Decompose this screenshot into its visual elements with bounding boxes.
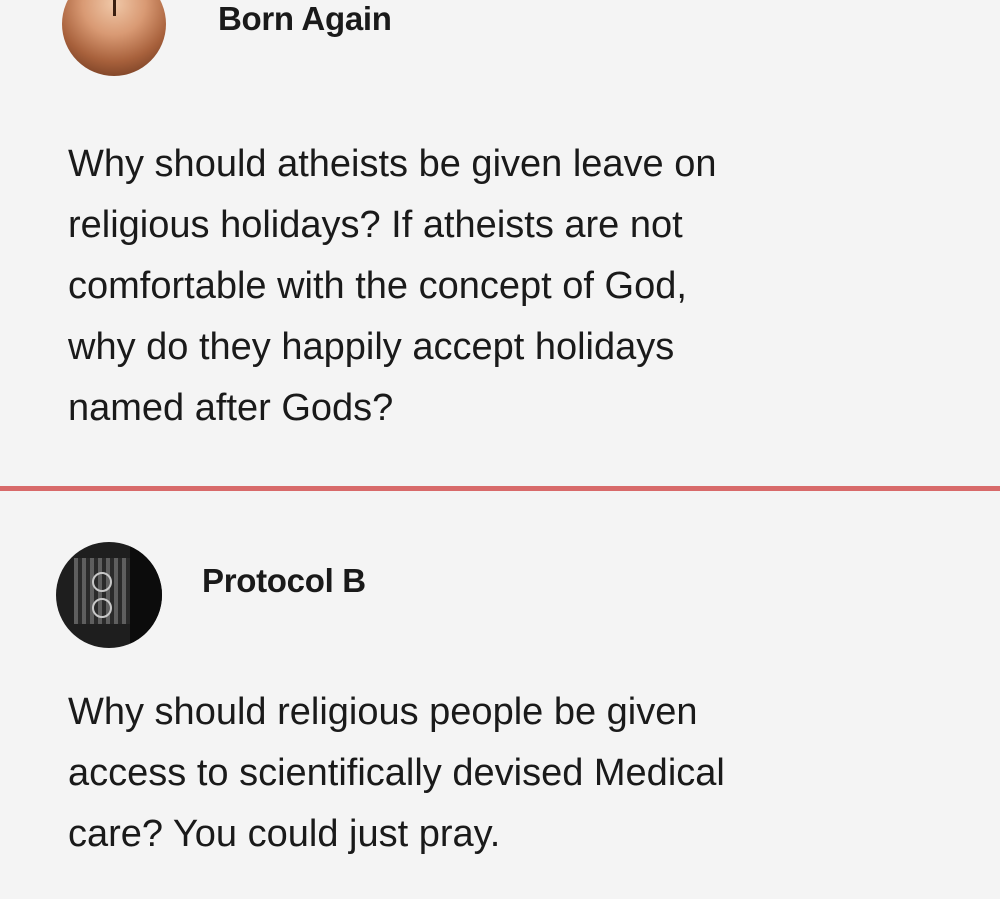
avatar-image-detail <box>130 542 162 648</box>
post-text-line: access to scientifically devised Medical <box>68 752 725 794</box>
post-text: Why should atheists be given leave on re… <box>68 134 717 439</box>
post-text-line: care? You could just pray. <box>68 813 501 855</box>
post-text-line: Why should atheists be given leave on <box>68 143 717 185</box>
username[interactable]: Protocol B <box>202 562 366 600</box>
divider <box>0 486 1000 491</box>
avatar-image-detail <box>92 598 112 618</box>
username[interactable]: Born Again <box>218 0 392 38</box>
avatar[interactable] <box>56 542 162 648</box>
avatar-image-detail <box>113 0 116 16</box>
post-text-line: religious holidays? If atheists are not <box>68 204 683 246</box>
avatar-image-detail <box>92 572 112 592</box>
post-text-line: why do they happily accept holidays <box>68 326 675 368</box>
post-born-again: Born Again Why should atheists be given … <box>0 0 1000 484</box>
post-text-line: Why should religious people be given <box>68 691 698 733</box>
avatar[interactable] <box>62 0 166 76</box>
post-text-line: named after Gods? <box>68 387 394 429</box>
post-text-line: comfortable with the concept of God, <box>68 265 687 307</box>
post-text: Why should religious people be given acc… <box>68 682 725 865</box>
post-protocol-b: Protocol B Why should religious people b… <box>0 496 1000 899</box>
